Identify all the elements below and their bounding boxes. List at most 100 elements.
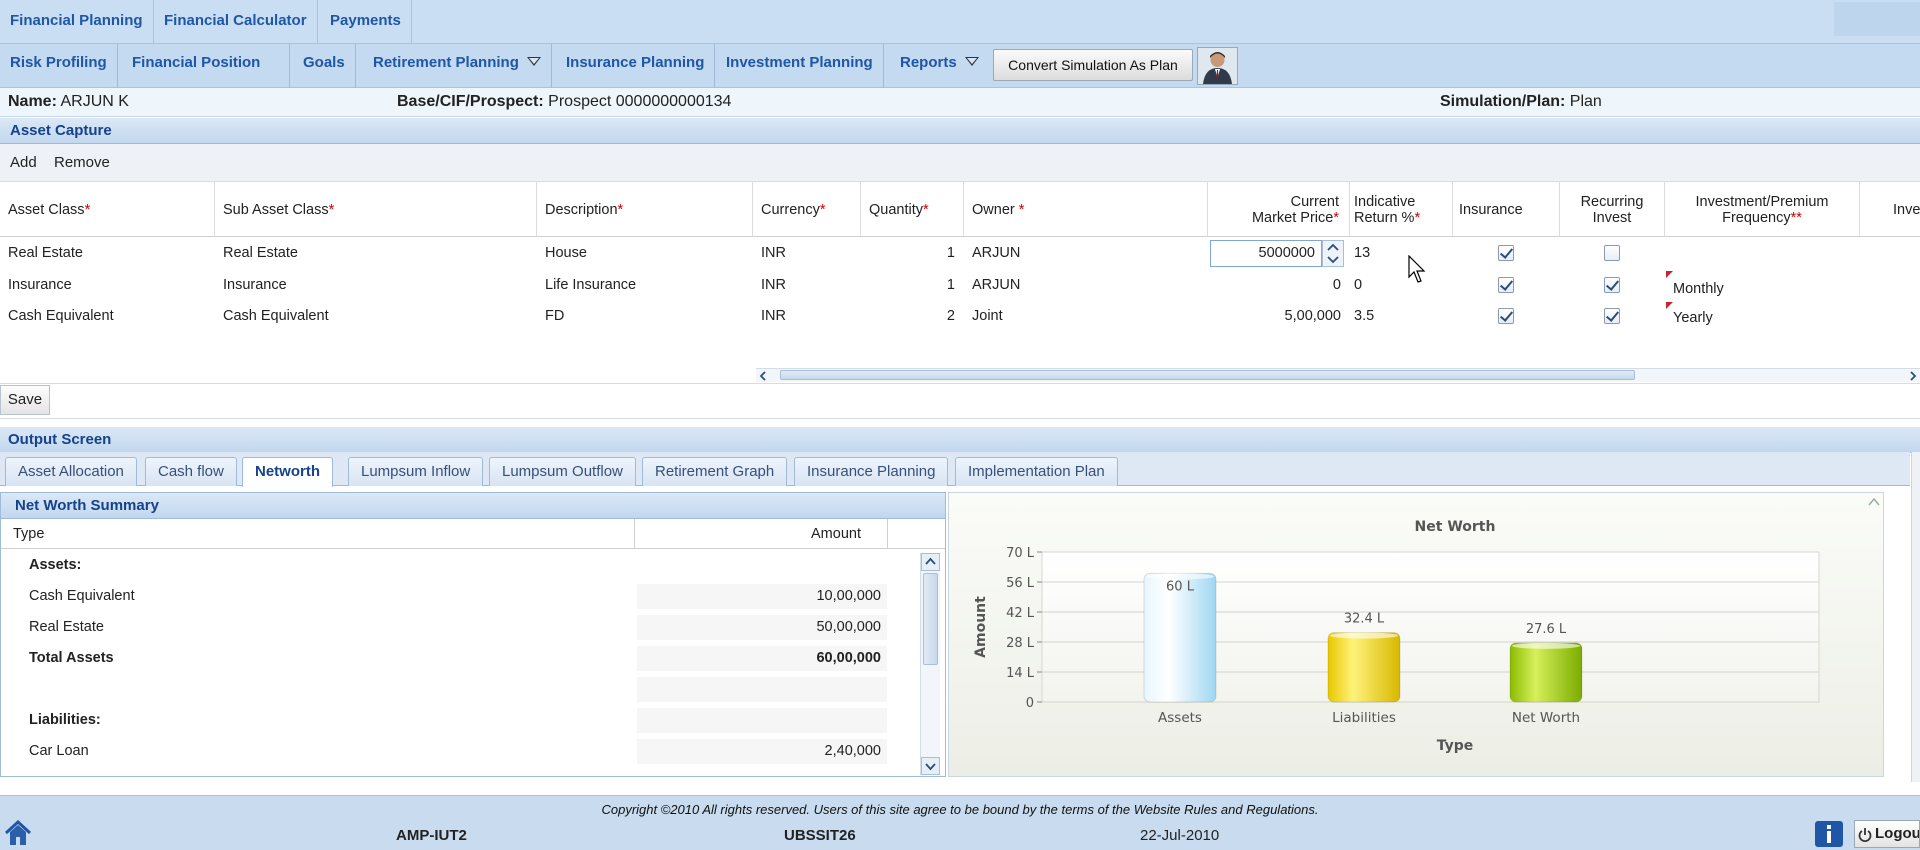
cell-return: 3.5 bbox=[1354, 308, 1375, 324]
dirty-marker bbox=[1666, 271, 1673, 278]
col-market-price-line1: Current bbox=[1290, 193, 1339, 210]
subnav-goals[interactable]: Goals bbox=[293, 44, 356, 88]
col-return-line2: Return % bbox=[1354, 209, 1415, 226]
list-item: Real Estate 50,00,000 bbox=[1, 612, 921, 643]
cell-asset-class: Real Estate bbox=[8, 245, 83, 261]
col-inve[interactable]: Inve bbox=[1860, 182, 1920, 237]
add-button[interactable]: Add bbox=[10, 154, 37, 171]
customer-cif: Base/CIF/Prospect: Prospect 000000000013… bbox=[397, 93, 731, 111]
table-row[interactable]: Insurance Insurance Life Insurance INR 1… bbox=[0, 270, 1920, 301]
logout-label: Logou bbox=[1875, 825, 1920, 842]
bar-highlight bbox=[1330, 632, 1398, 639]
save-bar bbox=[0, 383, 1920, 419]
cell-market-price: 5,00,000 bbox=[1284, 308, 1341, 324]
footer-date: 22-Jul-2010 bbox=[1140, 827, 1220, 844]
y-tick-label: 28 L bbox=[1006, 636, 1035, 651]
insurance-checkbox[interactable] bbox=[1498, 245, 1514, 261]
y-tick-label: 56 L bbox=[1006, 576, 1035, 591]
tab-implementation-plan[interactable]: Implementation Plan bbox=[955, 457, 1118, 486]
table-row[interactable]: Real Estate Real Estate House INR 1 ARJU… bbox=[0, 238, 1920, 269]
remove-button[interactable]: Remove bbox=[54, 154, 110, 171]
recurring-checkbox[interactable] bbox=[1604, 277, 1620, 293]
home-icon[interactable] bbox=[4, 820, 32, 846]
convert-simulation-button[interactable]: Convert Simulation As Plan bbox=[993, 49, 1193, 81]
server-label-2: UBSSIT26 bbox=[784, 827, 856, 844]
col-market-price-line2: Market Price bbox=[1251, 209, 1334, 226]
tab-lumpsum-outflow[interactable]: Lumpsum Outflow bbox=[489, 457, 636, 486]
required-mark: * bbox=[84, 201, 91, 218]
cif-label: Base/CIF/Prospect: bbox=[397, 93, 544, 110]
tab-cash-flow[interactable]: Cash flow bbox=[145, 457, 237, 486]
insurance-checkbox[interactable] bbox=[1498, 308, 1514, 324]
logout-button[interactable]: Logou bbox=[1854, 820, 1920, 848]
scroll-up-icon[interactable] bbox=[921, 553, 940, 571]
col-recurring-line2: Invest bbox=[1592, 209, 1632, 226]
insurance-checkbox[interactable] bbox=[1498, 277, 1514, 293]
tab-asset-allocation[interactable]: Asset Allocation bbox=[5, 457, 137, 486]
subnav-reports[interactable]: Reports bbox=[890, 44, 994, 88]
col-recurring-invest[interactable]: Recurring Invest bbox=[1560, 182, 1665, 237]
col-frequency[interactable]: Investment/Premium Frequency** bbox=[1665, 182, 1860, 237]
cell-frequency: Yearly bbox=[1673, 310, 1713, 326]
list-item: Assets: bbox=[1, 550, 921, 581]
subnav-retirement-planning[interactable]: Retirement Planning bbox=[363, 44, 552, 88]
col-return[interactable]: Indicative Return %* bbox=[1350, 182, 1453, 237]
simulation-plan: Simulation/Plan: Plan bbox=[1440, 93, 1602, 111]
cell-return: 13 bbox=[1354, 245, 1371, 261]
tab-payments[interactable]: Payments bbox=[320, 0, 412, 44]
market-price-input[interactable]: 5000000 bbox=[1210, 240, 1322, 267]
data-label: 60 L bbox=[1166, 579, 1195, 594]
tab-financial-planning[interactable]: Financial Planning bbox=[0, 0, 154, 44]
info-icon[interactable] bbox=[1814, 820, 1844, 848]
col-asset-class[interactable]: Asset Class * bbox=[0, 182, 215, 237]
col-insurance[interactable]: Insurance bbox=[1453, 182, 1560, 237]
cif-value: Prospect 0000000000134 bbox=[548, 93, 732, 110]
sim-value: Plan bbox=[1569, 93, 1602, 110]
cell-return: 0 bbox=[1354, 277, 1363, 293]
col-return-line1: Indicative bbox=[1354, 193, 1416, 210]
tab-retirement-graph[interactable]: Retirement Graph bbox=[642, 457, 788, 486]
asset-toolbar: Add Remove bbox=[0, 144, 1920, 182]
subnav-retirement-planning-label: Retirement Planning bbox=[373, 54, 519, 71]
table-row[interactable]: Cash Equivalent Cash Equivalent FD INR 2… bbox=[0, 301, 1920, 332]
col-description[interactable]: Description * bbox=[537, 182, 753, 237]
scroll-right-icon[interactable] bbox=[1906, 369, 1920, 383]
col-sub-asset-class[interactable]: Sub Asset Class * bbox=[215, 182, 537, 237]
scroll-thumb[interactable] bbox=[923, 573, 938, 665]
cell-quantity: 2 bbox=[946, 308, 955, 324]
net-worth-vertical-scrollbar[interactable] bbox=[920, 553, 940, 775]
user-avatar-button[interactable] bbox=[1197, 47, 1238, 85]
list-item bbox=[1, 674, 921, 705]
data-label: 27.6 L bbox=[1526, 622, 1567, 637]
output-vertical-scrollbar[interactable] bbox=[1911, 452, 1920, 782]
subnav-investment-planning[interactable]: Investment Planning bbox=[716, 44, 884, 88]
tab-insurance-planning[interactable]: Insurance Planning bbox=[794, 457, 949, 486]
asset-capture-header: Asset Capture bbox=[0, 118, 1920, 144]
tab-financial-calculator[interactable]: Financial Calculator bbox=[154, 0, 318, 44]
subnav-financial-position[interactable]: Financial Position bbox=[122, 44, 290, 104]
tab-lumpsum-inflow[interactable]: Lumpsum Inflow bbox=[348, 457, 484, 486]
col-sub-asset-class-label: Sub Asset Class bbox=[223, 201, 329, 218]
required-mark: * bbox=[328, 201, 335, 218]
save-button[interactable]: Save bbox=[0, 385, 50, 415]
recurring-checkbox[interactable] bbox=[1604, 245, 1620, 261]
col-quantity-label: Quantity bbox=[869, 201, 923, 218]
output-tabs: Asset Allocation Cash flow Networth Lump… bbox=[0, 452, 1910, 487]
top-nav: Financial Planning Financial Calculator … bbox=[0, 0, 1920, 44]
col-owner[interactable]: Owner * bbox=[964, 182, 1208, 237]
col-currency[interactable]: Currency * bbox=[753, 182, 861, 237]
recurring-checkbox[interactable] bbox=[1604, 308, 1620, 324]
scroll-left-icon[interactable] bbox=[756, 369, 770, 383]
col-quantity[interactable]: Quantity * bbox=[861, 182, 964, 237]
col-market-price[interactable]: Current Market Price* bbox=[1208, 182, 1350, 237]
dirty-marker bbox=[1666, 302, 1673, 309]
subnav-risk-profiling[interactable]: Risk Profiling bbox=[0, 44, 118, 88]
scroll-down-icon[interactable] bbox=[921, 757, 940, 775]
tab-networth[interactable]: Networth bbox=[242, 457, 333, 487]
grid-scroll-thumb[interactable] bbox=[780, 370, 1635, 380]
price-stepper[interactable] bbox=[1322, 240, 1344, 267]
chart-scroll-up-icon[interactable] bbox=[1865, 493, 1883, 511]
y-tick-label: 14 L bbox=[1006, 666, 1035, 681]
subnav-insurance-planning[interactable]: Insurance Planning bbox=[556, 44, 716, 88]
cell-currency: INR bbox=[761, 308, 786, 324]
